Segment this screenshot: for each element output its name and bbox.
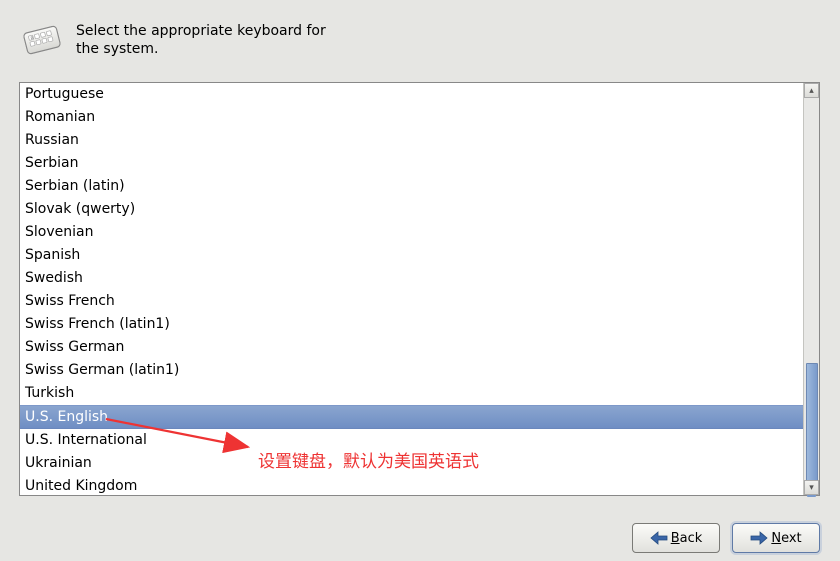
header: R Select the appropriate keyboard for th…: [0, 0, 840, 58]
back-button-label: Back: [671, 531, 703, 546]
list-item[interactable]: U.S. English: [20, 405, 803, 429]
arrow-left-icon: [650, 531, 668, 545]
list-item[interactable]: Serbian (latin): [20, 175, 803, 198]
scroll-down-button[interactable]: ▾: [804, 480, 819, 495]
annotation-text: 设置键盘，默认为美国英语式: [258, 447, 479, 472]
list-item[interactable]: Russian: [20, 129, 803, 152]
keyboard-icon: R: [20, 22, 64, 58]
arrow-right-icon: [750, 531, 768, 545]
list-item[interactable]: Swiss French (latin1): [20, 313, 803, 336]
next-button-label: Next: [771, 531, 801, 546]
keyboard-list[interactable]: PortugueseRomanianRussianSerbianSerbian …: [20, 83, 803, 495]
next-button[interactable]: Next: [732, 523, 820, 553]
scrollbar[interactable]: ▴ ▾: [803, 83, 819, 495]
instruction-text: Select the appropriate keyboard for the …: [76, 22, 336, 58]
list-item[interactable]: Swiss French: [20, 290, 803, 313]
button-bar: Back Next: [632, 523, 820, 553]
scroll-up-button[interactable]: ▴: [804, 83, 819, 98]
list-item[interactable]: Swiss German (latin1): [20, 359, 803, 382]
list-item[interactable]: Slovak (qwerty): [20, 198, 803, 221]
scroll-thumb[interactable]: [806, 363, 818, 481]
list-item[interactable]: Spanish: [20, 244, 803, 267]
list-item[interactable]: Portuguese: [20, 83, 803, 106]
keyboard-list-container: PortugueseRomanianRussianSerbianSerbian …: [19, 82, 820, 496]
list-item[interactable]: Serbian: [20, 152, 803, 175]
list-item[interactable]: Slovenian: [20, 221, 803, 244]
list-item[interactable]: Turkish: [20, 382, 803, 405]
list-item[interactable]: United Kingdom: [20, 475, 803, 495]
list-item[interactable]: Romanian: [20, 106, 803, 129]
list-item[interactable]: Swedish: [20, 267, 803, 290]
list-item[interactable]: Swiss German: [20, 336, 803, 359]
back-button[interactable]: Back: [632, 523, 720, 553]
